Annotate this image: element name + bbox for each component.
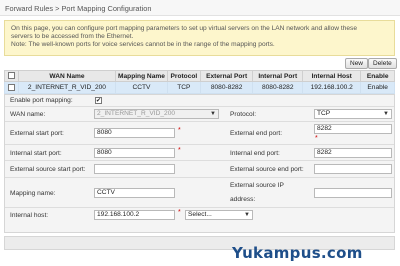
col-external-port: External Port (199, 70, 254, 82)
protocol-select[interactable]: TCP ▼ (314, 109, 392, 119)
cell-protocol: TCP (166, 81, 201, 94)
external-end-port-input[interactable]: 8282 (314, 124, 392, 134)
mapping-form: Enable port mapping: ✔ WAN name: 2_INTER… (4, 94, 395, 233)
watermark-logo: Yukampus.com (232, 244, 363, 262)
cell-enable: Enable (360, 81, 395, 94)
table-row[interactable]: 2_INTERNET_R_VID_200 CCTV TCP 8080-8282 … (4, 81, 395, 94)
required-mark: * (178, 209, 181, 216)
internal-end-port-label: Internal end port: (230, 150, 280, 157)
select-all-header[interactable] (4, 70, 19, 82)
mapping-name-input[interactable]: CCTV (94, 188, 175, 198)
internal-host-input[interactable]: 192.168.100.2 (94, 210, 175, 220)
col-internal-host: Internal Host (302, 70, 362, 82)
cell-mapping-name: CCTV (115, 81, 168, 94)
external-source-start-port-label: External source start port: (10, 166, 86, 173)
info-line-3: Note: The well-known ports for voice ser… (11, 41, 275, 48)
protocol-value: TCP (317, 110, 331, 117)
form-row-external-ports: External start port: 8080 * External end… (5, 122, 394, 145)
col-enable: Enable (360, 70, 395, 82)
required-mark: * (178, 147, 181, 154)
row-checkbox[interactable] (7, 83, 15, 91)
external-source-end-port-input[interactable] (314, 164, 392, 174)
row-select-cell[interactable] (4, 81, 19, 94)
wan-name-select[interactable]: 2_INTERNET_R_VID_200 ▼ (94, 109, 219, 119)
cell-wan-name: 2_INTERNET_R_VID_200 (17, 81, 117, 94)
enable-mapping-checkbox[interactable]: ✔ (95, 97, 102, 104)
table-header-row: WAN Name Mapping Name Protocol External … (4, 70, 395, 82)
cell-internal-port: 8080-8282 (252, 81, 304, 94)
info-line-1: On this page, you can configure port map… (11, 25, 357, 32)
form-row-internal-ports: Internal start port: 8080 * Internal end… (5, 145, 394, 161)
new-button[interactable]: New (345, 58, 369, 69)
external-start-port-input[interactable]: 8080 (94, 128, 175, 138)
external-start-port-label: External start port: (10, 130, 64, 137)
internal-end-port-input[interactable]: 8282 (314, 148, 392, 158)
breadcrumb-bar: Forward Rules > Port Mapping Configurati… (0, 0, 400, 16)
col-mapping-name: Mapping Name (115, 70, 168, 82)
col-internal-port: Internal Port (252, 70, 304, 82)
form-row-external-source-ports: External source start port: External sou… (5, 161, 394, 178)
external-source-ip-label-line2: address: (230, 196, 256, 203)
internal-host-label: Internal host: (10, 212, 49, 219)
chevron-down-icon: ▼ (210, 111, 216, 117)
info-line-2: servers to be accessed from the Ethernet… (11, 33, 134, 40)
external-source-ip-label-line1: External source IP (230, 182, 284, 189)
internal-start-port-input[interactable]: 8080 (94, 148, 175, 158)
mapping-name-label: Mapping name: (10, 190, 56, 197)
internal-start-port-label: Internal start port: (10, 150, 62, 157)
breadcrumb: Forward Rules > Port Mapping Configurati… (5, 4, 152, 13)
port-mapping-table: WAN Name Mapping Name Protocol External … (4, 70, 395, 94)
wan-name-value: 2_INTERNET_R_VID_200 (97, 110, 176, 117)
cell-internal-host: 192.168.100.2 (302, 81, 362, 94)
form-row-internal-host: Internal host: 192.168.100.2 * Select...… (5, 208, 394, 224)
form-row-enable: Enable port mapping: ✔ (5, 95, 394, 107)
enable-mapping-label: Enable port mapping: (10, 97, 73, 104)
wan-name-label: WAN name: (10, 111, 46, 118)
chevron-down-icon: ▼ (383, 111, 389, 117)
external-source-start-port-input[interactable] (94, 164, 175, 174)
col-wan-name: WAN Name (17, 70, 117, 82)
info-box: On this page, you can configure port map… (4, 20, 395, 56)
protocol-label: Protocol: (230, 111, 257, 118)
internal-host-select-value: Select... (188, 211, 212, 218)
required-mark: * (178, 127, 181, 134)
cell-external-port: 8080-8282 (199, 81, 254, 94)
required-mark: * (315, 135, 318, 142)
chevron-down-icon: ▼ (244, 212, 250, 218)
form-row-mapping-name: Mapping name: CCTV External source IP ad… (5, 178, 394, 208)
internal-host-select[interactable]: Select... ▼ (185, 210, 253, 220)
col-protocol: Protocol (166, 70, 201, 82)
delete-button[interactable]: Delete (368, 58, 397, 69)
external-source-end-port-label: External source end port: (230, 166, 304, 173)
action-row: New Delete (4, 58, 397, 70)
form-row-wan-protocol: WAN name: 2_INTERNET_R_VID_200 ▼ Protoco… (5, 107, 394, 122)
external-source-ip-input[interactable] (314, 188, 392, 198)
select-all-checkbox[interactable] (7, 72, 15, 80)
external-end-port-label: External end port: (230, 130, 283, 137)
